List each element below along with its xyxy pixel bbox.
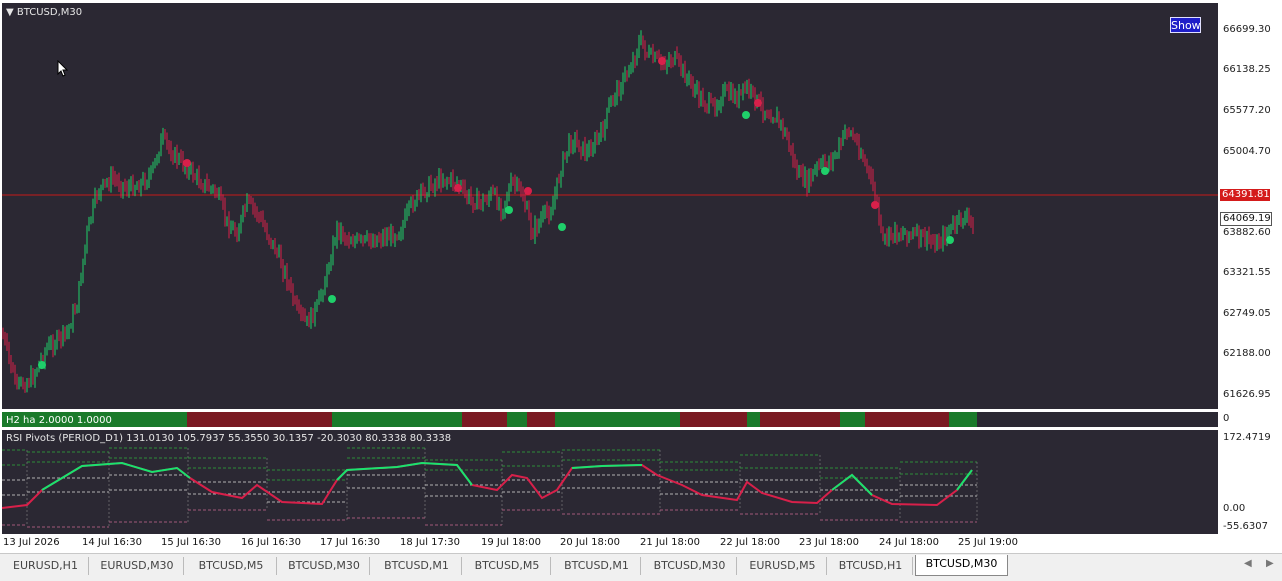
chart-tab[interactable]: BTCUSD,M5 [464,557,551,575]
price-scale-label: 62188.00 [1223,348,1271,359]
time-axis-label: 22 Jul 18:00 [720,537,780,548]
ha-bar [680,412,747,427]
ha-scale-value: 0 [1223,413,1230,424]
pivot-marker [524,187,532,195]
chart-tab[interactable]: EURUSD,M30 [91,557,184,575]
symbol-text: BTCUSD,M30 [16,7,83,18]
main-chart-panel[interactable] [2,3,1218,409]
time-axis-label: 25 Jul 19:00 [958,537,1018,548]
time-axis-label: 18 Jul 17:30 [400,537,460,548]
pivot-marker [558,223,566,231]
chart-tab-bar: EURUSD,H1 EURUSD,M30 BTCUSD,M5 BTCUSD,M30 BT… [0,553,1282,581]
price-scale-label: 62749.05 [1223,308,1271,319]
rsi-scale-top: 172.4719 [1223,432,1271,443]
chart-tab[interactable]: EURUSD,H1 [3,557,89,575]
ha-histogram [2,412,977,427]
price-scale-label: 66138.25 [1223,64,1271,75]
tab-scroll-left-icon[interactable]: ◀ [1244,558,1252,569]
pivot-marker [821,167,829,175]
ha-bar [949,412,977,427]
time-axis-label: 13 Jul 2026 [3,537,60,548]
pivot-marker [946,236,954,244]
ha-bar [507,412,527,427]
chart-tab[interactable]: BTCUSD,M1 [372,557,462,575]
rsi-bull-segment [41,461,191,491]
ha-bar [555,412,680,427]
time-axis-label: 16 Jul 16:30 [241,537,301,548]
rsi-indicator-label: RSI Pivots (PERIOD_D1) 131.0130 105.7937… [6,433,452,444]
price-scale-label: 66699.30 [1223,24,1271,35]
rsi-scale: 172.4719 0.00 -55.6307 [1220,430,1282,534]
last-price-tag: 64069.19 [1220,212,1272,226]
chart-tab[interactable]: BTCUSD,H1 [829,557,913,575]
ha-bar [527,412,555,427]
chart-tab[interactable]: EURUSD,M5 [739,557,827,575]
ha-indicator-label: H2 ha 2.0000 1.0000 [6,415,112,426]
pivot-marker [183,159,191,167]
pivot-marker [328,295,336,303]
price-scale-label: 63321.55 [1223,267,1271,278]
ha-bar [462,412,507,427]
rsi-indicator-panel[interactable] [1,430,1218,534]
price-scale-label: 63882.60 [1223,227,1271,238]
price-scale-label: 65577.20 [1223,105,1271,116]
show-button[interactable]: Show [1170,17,1201,33]
pivot-marker [505,206,513,214]
time-axis-label: 19 Jul 18:00 [481,537,541,548]
ha-bar [865,412,949,427]
chart-tab[interactable]: BTCUSD,M30 [279,557,370,575]
pivot-marker [658,57,666,65]
rsi-bull-segment [956,469,973,491]
ha-indicator-panel[interactable] [2,412,1218,427]
price-scale[interactable]: 66699.30 66138.25 65577.20 65004.70 63882.60… [1220,0,1282,410]
candlestick-chart [2,30,1218,393]
pivot-marker [38,361,46,369]
chart-tab[interactable]: BTCUSD,M5 [186,557,277,575]
chart-window: ▼ BTCUSD,M30 Show 66699.30 66138.25 65577.… [0,0,1282,553]
time-axis-label: 17 Jul 16:30 [320,537,380,548]
bid-price-tag: 64391.81 [1220,189,1270,201]
tab-scroll-right-icon[interactable]: ▶ [1266,558,1274,569]
rsi-scale-zero: 0.00 [1223,503,1246,514]
time-axis-label: 15 Jul 16:30 [161,537,221,548]
pivot-marker [754,99,762,107]
time-axis-label: 14 Jul 16:30 [82,537,142,548]
pivot-marker [454,184,462,192]
symbol-label[interactable]: ▼ BTCUSD,M30 [6,7,82,18]
chart-tab[interactable]: BTCUSD,M30 [643,557,737,575]
mouse-cursor-icon [57,60,69,77]
price-scale-label: 61626.95 [1223,389,1271,400]
time-axis[interactable]: 13 Jul 2026 14 Jul 16:30 15 Jul 16:30 16 Ju… [0,535,1282,553]
rsi-bull-segment [571,464,643,469]
rsi-pivots-chart [1,447,978,528]
ha-bar [840,412,865,427]
price-scale-label: 65004.70 [1223,146,1271,157]
rsi-scale-bottom: -55.6307 [1223,521,1268,532]
ha-bar [332,412,462,427]
ha-scale: 0 [1220,412,1282,427]
rsi-bull-segment [336,461,473,486]
time-axis-label: 20 Jul 18:00 [560,537,620,548]
chart-tab[interactable]: BTCUSD,M1 [553,557,641,575]
pivot-marker [871,201,879,209]
pivot-marker [742,111,750,119]
time-axis-label: 23 Jul 18:00 [799,537,859,548]
chart-tab[interactable]: BTCUSD,M30 [915,555,1008,576]
ha-bar [747,412,760,427]
ha-bar [187,412,332,427]
time-axis-label: 21 Jul 18:00 [640,537,700,548]
time-axis-label: 24 Jul 18:00 [879,537,939,548]
ha-bar [760,412,840,427]
